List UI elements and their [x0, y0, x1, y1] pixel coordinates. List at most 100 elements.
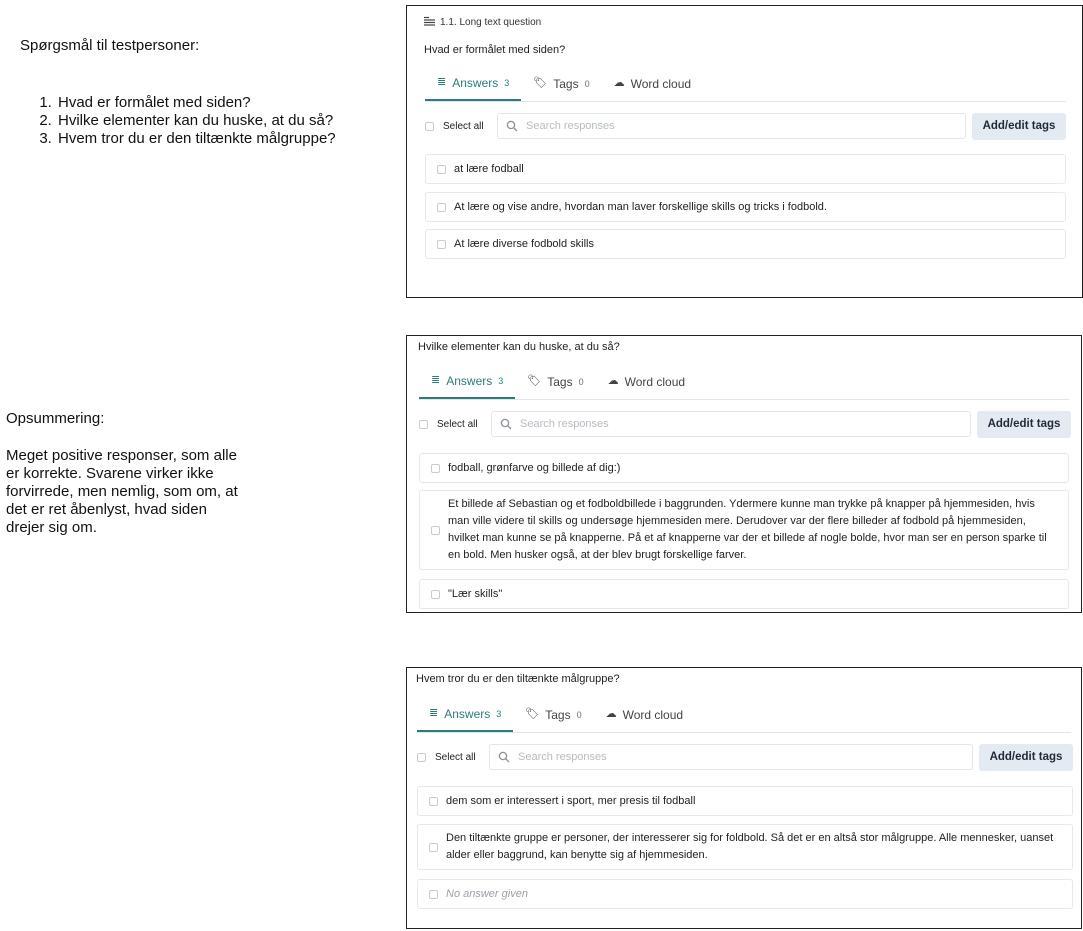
add-edit-tags-button[interactable]: Add/edit tags — [972, 112, 1066, 140]
tab-word-cloud[interactable]: ☁ Word cloud — [602, 73, 703, 101]
search-placeholder: Search responses — [526, 120, 615, 132]
answer-row[interactable]: dem som er interessert i sport, mer pres… — [417, 786, 1073, 816]
answer-text: At lære diverse fodbold skills — [454, 237, 595, 250]
answer-text: dem som er interessert i sport, mer pres… — [446, 794, 696, 807]
tab-tags[interactable]: 🏷 Tags 0 — [521, 73, 601, 101]
tag-icon: 🏷 — [533, 77, 548, 89]
response-toolbar: Select all Search responses Add/edit tag… — [425, 112, 1066, 140]
answer-checkbox[interactable] — [431, 525, 440, 535]
tab-answers-label: Answers — [452, 75, 499, 90]
add-edit-tags-button[interactable]: Add/edit tags — [977, 410, 1071, 438]
search-placeholder: Search responses — [518, 751, 607, 763]
question-panel-3: Hvem tror du er den tiltænkte målgruppe?… — [406, 667, 1082, 929]
tab-word-cloud-label: Word cloud — [622, 707, 684, 722]
answers-count: 3 — [496, 708, 502, 719]
answers-count: 3 — [504, 77, 510, 88]
select-all[interactable]: Select all — [425, 121, 497, 132]
tab-bar: ≣ Answers 3 🏷 Tags 0 ☁ Word cloud — [425, 73, 1066, 102]
question-title: Hvad er formålet med siden? — [424, 44, 566, 56]
long-text-icon — [424, 16, 435, 29]
tab-answers[interactable]: ≣ Answers 3 — [425, 73, 522, 101]
question-type-label: 1.1. Long text question — [440, 17, 542, 28]
answer-text: "Lær skills" — [448, 587, 503, 600]
answer-row[interactable]: fodball, grønfarve og billede af dig:) — [419, 453, 1069, 483]
tab-word-cloud[interactable]: ☁ Word cloud — [596, 371, 697, 399]
search-icon — [506, 120, 518, 132]
answer-row[interactable]: Et billede af Sebastian og et fodboldbil… — [419, 490, 1069, 570]
select-all-label: Select all — [437, 418, 478, 430]
question-panel-2: Hvilke elementer kan du huske, at du så?… — [406, 335, 1082, 613]
questions-title: Spørgsmål til testpersoner: — [20, 37, 200, 54]
answer-checkbox[interactable] — [437, 202, 446, 212]
answer-row[interactable]: At lære og vise andre, hvordan man laver… — [425, 192, 1066, 222]
question-title: Hvilke elementer kan du huske, at du så? — [418, 341, 620, 353]
tags-count: 0 — [578, 376, 584, 387]
answer-text: fodball, grønfarve og billede af dig:) — [448, 461, 621, 474]
tab-answers-label: Answers — [446, 373, 493, 388]
answer-text: At lære og vise andre, hvordan man laver… — [454, 200, 827, 213]
answers-count: 3 — [498, 375, 504, 386]
answer-row[interactable]: "Lær skills" — [419, 579, 1069, 609]
select-all-checkbox[interactable] — [419, 419, 428, 429]
answer-row[interactable]: at lære fodball — [425, 154, 1066, 184]
tab-answers-label: Answers — [444, 706, 491, 721]
answer-checkbox[interactable] — [429, 889, 438, 899]
answer-text: Den tiltænkte gruppe er personer, der in… — [446, 832, 1054, 861]
search-input[interactable]: Search responses — [491, 411, 971, 437]
list-icon: ≣ — [437, 76, 447, 88]
select-all-checkbox[interactable] — [417, 752, 426, 762]
answer-checkbox[interactable] — [437, 164, 446, 174]
question-title: Hvem tror du er den tiltænkte målgruppe? — [416, 673, 620, 685]
select-all-label: Select all — [435, 751, 476, 763]
tag-icon: 🏷 — [525, 708, 540, 720]
question-panel-1: 1.1. Long text question Hvad er formålet… — [406, 5, 1083, 298]
answer-checkbox[interactable] — [431, 463, 440, 473]
cloud-icon: ☁ — [607, 375, 619, 387]
answer-checkbox[interactable] — [429, 842, 438, 852]
select-all-label: Select all — [443, 120, 484, 132]
cloud-icon: ☁ — [605, 708, 617, 720]
question-item: Hvem tror du er den tiltænkte målgruppe? — [56, 130, 380, 148]
search-input[interactable]: Search responses — [497, 113, 966, 139]
question-item: Hvilke elementer kan du huske, at du så? — [56, 112, 380, 130]
answer-row[interactable]: No answer given — [417, 879, 1073, 909]
tab-word-cloud[interactable]: ☁ Word cloud — [594, 704, 695, 732]
tags-count: 0 — [576, 709, 582, 720]
summary-title: Opsummering: — [6, 410, 105, 427]
tab-tags-label: Tags — [547, 374, 573, 389]
question-item: Hvad er formålet med siden? — [56, 94, 380, 112]
tab-tags-label: Tags — [553, 76, 579, 91]
select-all[interactable]: Select all — [417, 752, 489, 763]
add-edit-tags-button[interactable]: Add/edit tags — [979, 743, 1073, 771]
summary-text: Meget positive responser, som alle er ko… — [6, 447, 238, 536]
tag-icon: 🏷 — [527, 375, 542, 387]
cloud-icon: ☁ — [613, 77, 625, 89]
tags-count: 0 — [584, 78, 590, 89]
answer-checkbox[interactable] — [429, 796, 438, 806]
select-all-checkbox[interactable] — [425, 121, 434, 131]
no-answer-text: No answer given — [446, 887, 528, 900]
answer-text: Et billede af Sebastian og et fodboldbil… — [448, 498, 1047, 561]
tab-word-cloud-label: Word cloud — [624, 374, 686, 389]
tab-answers[interactable]: ≣ Answers 3 — [419, 371, 516, 399]
response-toolbar: Select all Search responses Add/edit tag… — [419, 410, 1071, 438]
questions-note: Spørgsmål til testpersoner: Hvad er form… — [20, 37, 380, 148]
answer-row[interactable]: Den tiltænkte gruppe er personer, der in… — [417, 824, 1073, 870]
tab-tags[interactable]: 🏷 Tags 0 — [515, 371, 595, 399]
tab-word-cloud-label: Word cloud — [630, 76, 692, 91]
search-placeholder: Search responses — [520, 418, 609, 430]
search-icon — [498, 751, 510, 763]
select-all[interactable]: Select all — [419, 419, 491, 430]
search-input[interactable]: Search responses — [489, 744, 973, 770]
tab-tags-label: Tags — [545, 707, 571, 722]
search-icon — [500, 418, 512, 430]
answer-row[interactable]: At lære diverse fodbold skills — [425, 229, 1066, 259]
response-toolbar: Select all Search responses Add/edit tag… — [417, 743, 1073, 771]
summary-note: Opsummering: Meget positive responser, s… — [6, 410, 266, 537]
questions-list: Hvad er formålet med siden? Hvilke eleme… — [20, 94, 380, 148]
tab-answers[interactable]: ≣ Answers 3 — [417, 704, 514, 732]
answer-checkbox[interactable] — [431, 589, 440, 599]
tab-tags[interactable]: 🏷 Tags 0 — [513, 704, 593, 732]
question-type-header: 1.1. Long text question — [424, 16, 541, 29]
answer-checkbox[interactable] — [437, 239, 446, 249]
